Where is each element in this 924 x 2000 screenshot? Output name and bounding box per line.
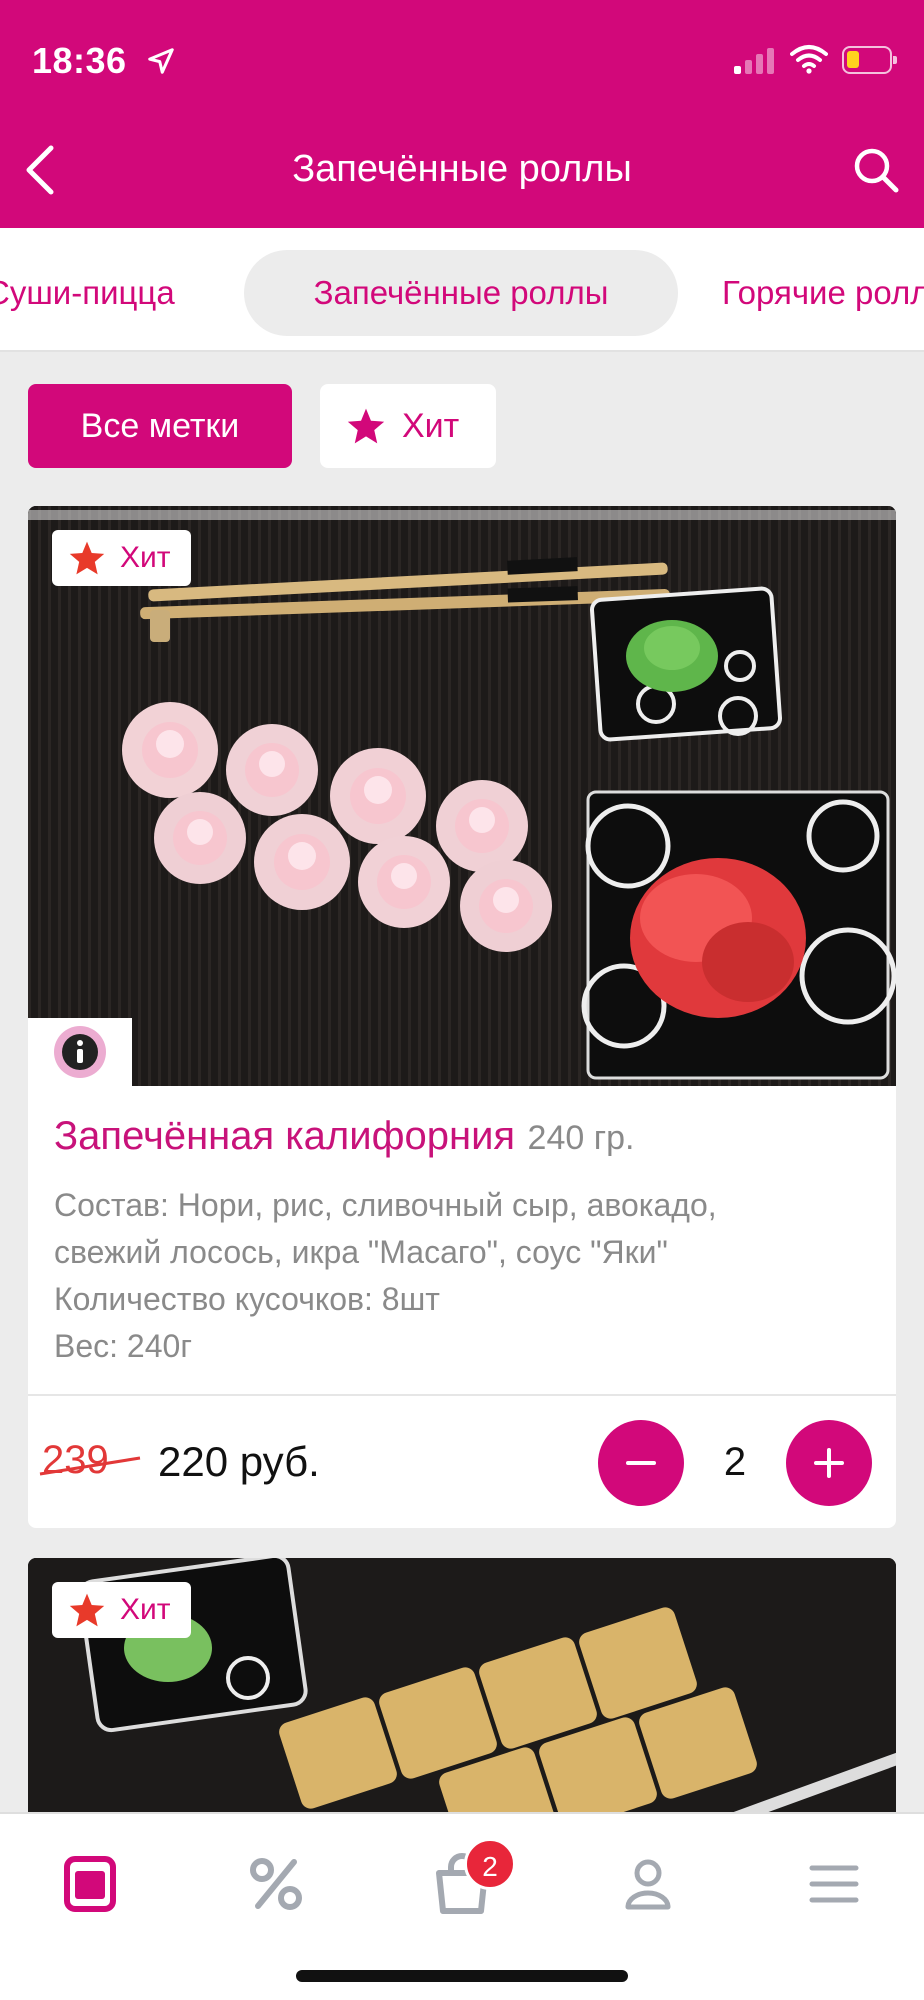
product-name[interactable]: Запечённая калифорния	[54, 1114, 515, 1158]
strikethrough-line	[39, 1456, 141, 1476]
product-card[interactable]: Хит Запечённая калифорния 240 гр. Состав…	[28, 506, 896, 1528]
product-weight: 240 гр.	[527, 1119, 635, 1157]
star-icon	[69, 1593, 105, 1627]
description-line: Состав: Нори, рис, сливочный сыр, авокад…	[54, 1187, 717, 1223]
screen: 18:36 Запечённые роллы Суши-пицца Запечё…	[0, 0, 924, 2000]
battery-icon	[842, 46, 897, 74]
hit-tag-button[interactable]: Хит	[320, 384, 496, 468]
info-icon	[54, 1026, 106, 1078]
hit-badge-label: Хит	[120, 1593, 171, 1626]
wifi-icon	[790, 45, 828, 74]
category-tabs: Суши-пицца Запечённые роллы Горячие ролл…	[0, 228, 924, 352]
search-icon	[854, 148, 899, 193]
plus-icon	[814, 1448, 844, 1478]
product-name-row: Запечённая калифорния 240 гр.	[54, 1114, 874, 1159]
tab-hot-rolls[interactable]: Горячие роллы	[678, 250, 924, 336]
increase-quantity-button[interactable]	[786, 1420, 872, 1506]
quantity-value: 2	[723, 1440, 747, 1484]
hit-badge: Хит	[52, 530, 191, 586]
nav-promotions[interactable]	[236, 1844, 316, 1924]
description-line: Количество кусочков: 8шт	[54, 1281, 440, 1317]
tab-baked-rolls[interactable]: Запечённые роллы	[244, 250, 678, 336]
hit-badge: Хит	[52, 1582, 191, 1638]
nav-profile[interactable]	[608, 1844, 688, 1924]
sushi-illustration	[28, 506, 896, 1086]
profile-icon	[625, 1859, 671, 1910]
home-indicator	[296, 1970, 628, 1982]
minus-icon	[626, 1461, 656, 1465]
product-description: Состав: Нори, рис, сливочный сыр, авокад…	[54, 1182, 884, 1370]
page-title: Запечённые роллы	[292, 148, 632, 190]
info-logo	[28, 1018, 132, 1086]
signal-icon	[734, 48, 774, 74]
decrease-quantity-button[interactable]	[598, 1420, 684, 1506]
percent-icon	[250, 1858, 302, 1910]
product-card-2[interactable]: Хит	[28, 1558, 896, 1818]
all-tags-label: Все метки	[80, 406, 240, 445]
product-photo[interactable]: Хит	[28, 506, 896, 1086]
hamburger-icon	[809, 1865, 859, 1903]
all-tags-button[interactable]: Все метки	[28, 384, 292, 468]
star-icon	[347, 408, 385, 444]
divider	[28, 1394, 896, 1396]
location-arrow-icon	[148, 48, 174, 74]
star-icon	[69, 541, 105, 575]
description-line: свежий лосось, икра "Масаго", соус "Яки"	[54, 1234, 668, 1270]
price: 220 руб.	[158, 1438, 320, 1485]
description-line: Вес: 240г	[54, 1328, 192, 1364]
nav-menu[interactable]	[50, 1844, 130, 1924]
nav-more[interactable]	[794, 1844, 874, 1924]
menu-icon	[64, 1856, 116, 1912]
tab-sushi-pizza[interactable]: Суши-пицца	[0, 250, 219, 336]
app-header: 18:36 Запечённые роллы	[0, 0, 924, 228]
search-button[interactable]	[846, 140, 906, 200]
hit-badge-label: Хит	[120, 541, 171, 574]
cart-count-badge: 2	[464, 1838, 516, 1890]
hit-tag-label: Хит	[402, 406, 460, 445]
status-time: 18:36	[32, 40, 127, 81]
